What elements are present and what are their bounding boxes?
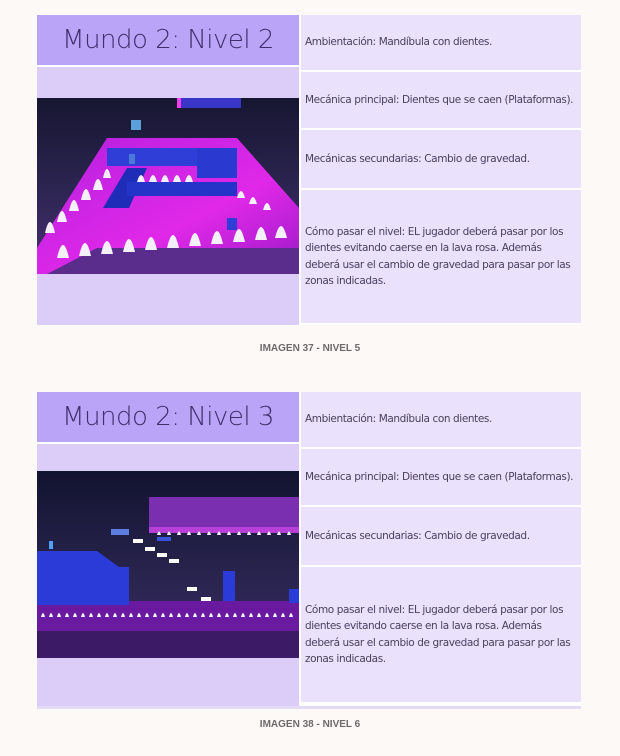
ambience-row: Ambientación: Mandíbula con dientes. bbox=[301, 15, 581, 70]
level-title: Mundo 2: Nivel 3 bbox=[37, 392, 299, 442]
level-left-column: Mundo 2: Nivel 2 bbox=[37, 15, 299, 325]
ambience-row: Ambientación: Mandíbula con dientes. bbox=[301, 392, 581, 447]
level-info-column: Ambientación: Mandíbula con dientes. Mec… bbox=[301, 392, 581, 706]
level-card-6: Mundo 2: Nivel 3 Ambientación: Mandíbula… bbox=[37, 392, 581, 706]
level-info-column: Ambientación: Mandíbula con dientes. Mec… bbox=[301, 15, 581, 325]
level-title: Mundo 2: Nivel 2 bbox=[37, 15, 299, 65]
secondary-mechanics-row: Mecánicas secundarias: Cambio de graveda… bbox=[301, 507, 581, 565]
level-left-column: Mundo 2: Nivel 3 bbox=[37, 392, 299, 706]
figure-caption: IMAGEN 37 - NIVEL 5 bbox=[259, 343, 361, 354]
secondary-mechanics-row: Mecánicas secundarias: Cambio de graveda… bbox=[301, 130, 581, 188]
divider bbox=[37, 706, 581, 709]
level-6-screenshot bbox=[37, 471, 299, 658]
level-screenshot-cell bbox=[37, 67, 299, 325]
level-card-5: Mundo 2: Nivel 2 Ambientación: Mandíbula… bbox=[37, 15, 581, 325]
how-to-pass-row: Cómo pasar el nivel: EL jugador deberá p… bbox=[301, 567, 581, 702]
figure-caption: IMAGEN 38 - NIVEL 6 bbox=[259, 719, 361, 730]
main-mechanic-row: Mecánica principal: Dientes que se caen … bbox=[301, 72, 581, 128]
main-mechanic-row: Mecánica principal: Dientes que se caen … bbox=[301, 449, 581, 505]
how-to-pass-row: Cómo pasar el nivel: EL jugador deberá p… bbox=[301, 190, 581, 323]
level-5-screenshot bbox=[37, 98, 299, 274]
level-screenshot-cell bbox=[37, 444, 299, 706]
